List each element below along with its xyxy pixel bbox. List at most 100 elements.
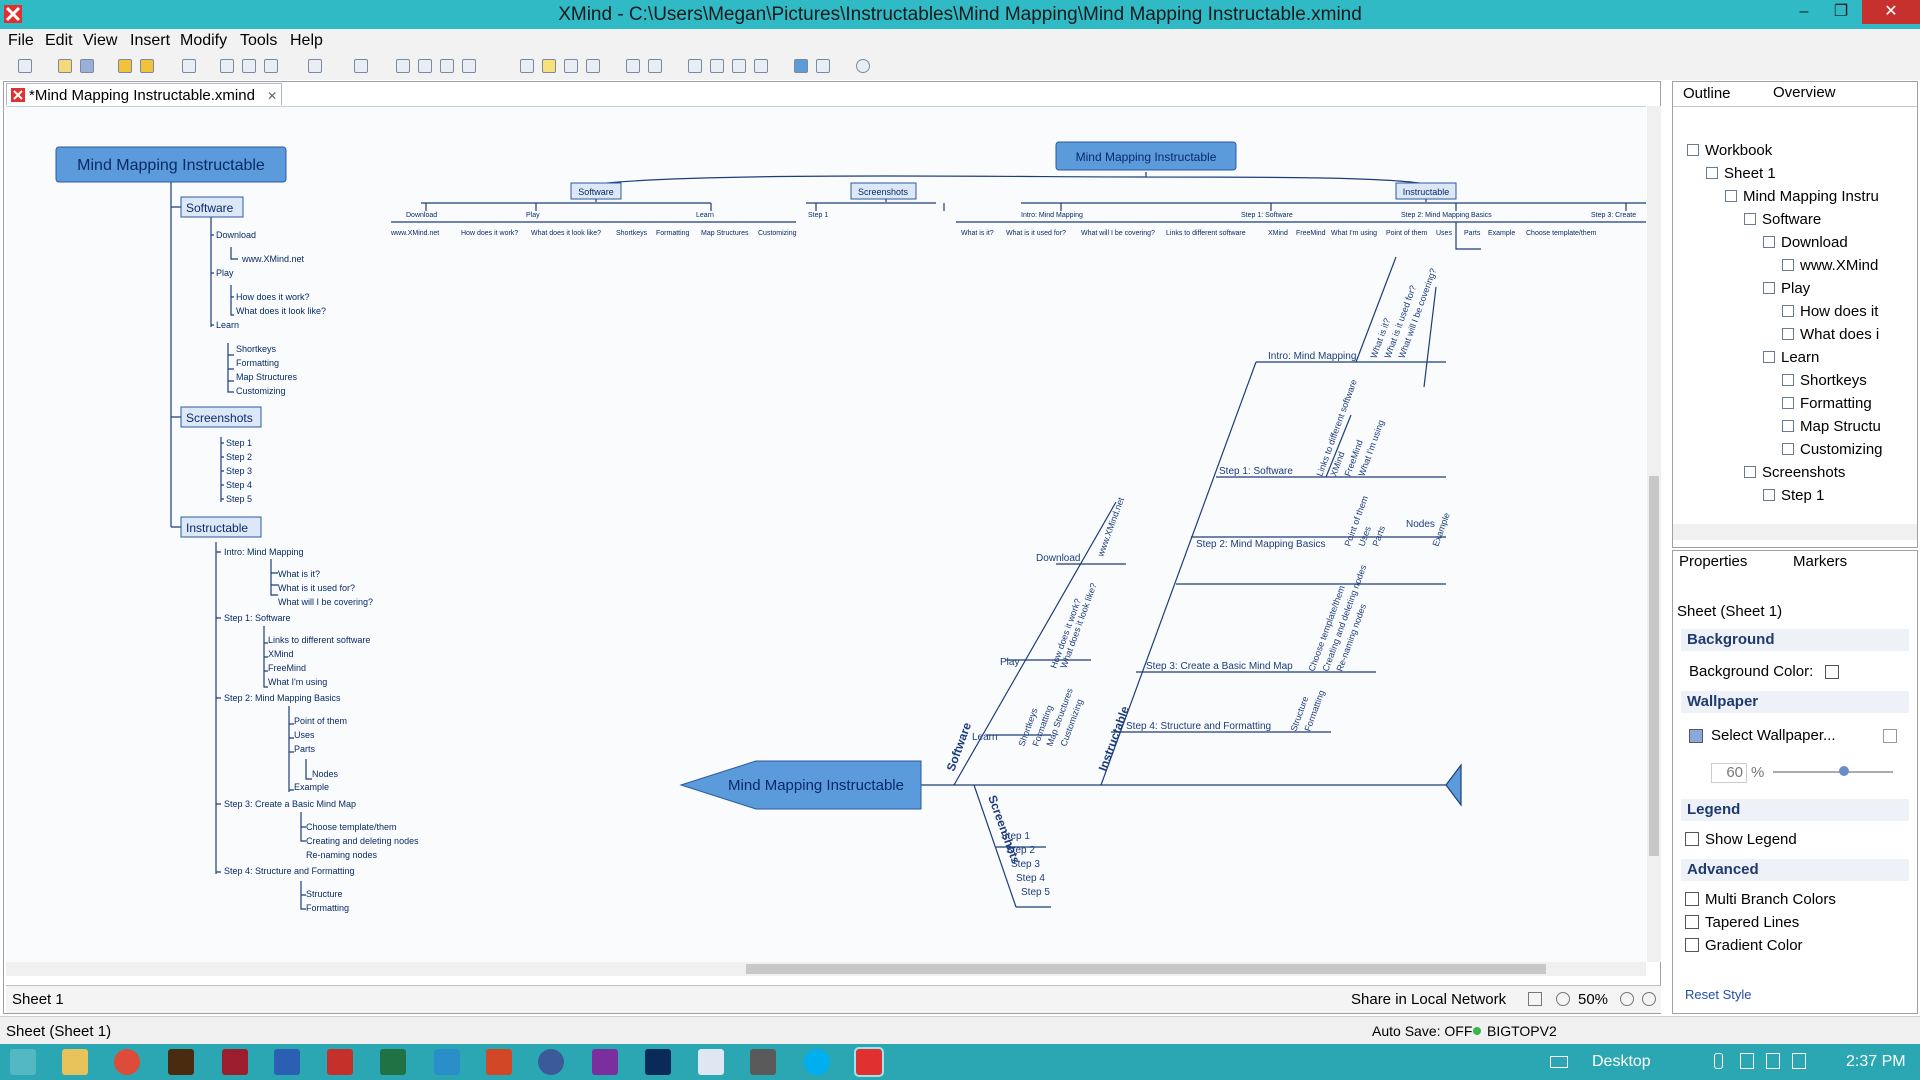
left-node-renaming[interactable]: Re-naming nodes [306,850,378,860]
app-icon[interactable] [222,1049,248,1075]
vertical-scroll-thumb[interactable] [1649,476,1659,856]
maximize-button[interactable]: ❐ [1826,0,1856,24]
left-node-structure[interactable]: Structure [306,889,343,899]
outline-hscrollbar[interactable] [1673,524,1917,540]
zoom-icon[interactable] [754,59,768,73]
fish-leaf-formatting-2[interactable]: Formatting [1302,689,1326,733]
left-branch-instructable[interactable]: Instructable [186,521,248,535]
file-explorer-icon[interactable] [62,1049,88,1075]
fish-node-step-4[interactable]: Step 4 [1016,873,1045,884]
browser-icon[interactable] [538,1049,564,1075]
illustrator-icon[interactable] [168,1049,194,1075]
tapered-lines-checkbox[interactable]: Tapered Lines [1685,914,1799,931]
left-node-step-5[interactable]: Step 5 [226,494,252,504]
outline-item[interactable]: Customizing [1782,441,1883,458]
outline-item[interactable]: What does i [1782,326,1879,343]
outline-item[interactable]: Sheet 1 [1706,165,1776,182]
outline-item[interactable]: Play [1763,280,1810,297]
left-node-covering[interactable]: What will I be covering? [278,597,373,607]
top-leaf-xmind[interactable]: XMind [1268,230,1288,237]
undo-icon[interactable] [118,59,132,73]
properties-tab[interactable]: Properties [1679,553,1747,570]
presentation-icon[interactable] [648,59,662,73]
top-branch-software[interactable]: Software [578,187,614,197]
opacity-slider[interactable] [1773,771,1893,773]
fit-icon[interactable] [1642,992,1656,1006]
user-status[interactable]: BIGTOPV2 [1487,1023,1557,1039]
top-node-step-1[interactable]: Step 1 [808,212,828,219]
new-icon[interactable] [18,59,32,73]
menu-tools[interactable]: Tools [240,32,277,50]
wallpaper-section[interactable]: Wallpaper [1681,691,1909,713]
save-icon[interactable] [80,59,94,73]
left-branch-screenshots[interactable]: Screenshots [186,411,253,425]
left-node-shortkeys[interactable]: Shortkeys [236,344,277,354]
map-canvas[interactable]: Mind Mapping Instructable Software Scree… [6,106,1646,962]
left-node-customizing[interactable]: Customizing [236,386,286,396]
fish-node-step1-software[interactable]: Step 1: Software [1219,466,1293,477]
autosave-status[interactable]: Auto Save: OFF [1372,1023,1472,1039]
note-icon[interactable] [440,59,454,73]
top-branch-screenshots[interactable]: Screenshots [858,187,909,197]
clock[interactable]: 2:37 PM [1846,1053,1906,1071]
left-node-formatting[interactable]: Formatting [236,358,279,368]
background-section[interactable]: Background [1681,629,1909,651]
top-leaf-map-structures[interactable]: Map Structures [701,230,749,237]
zoom-in-icon[interactable] [1620,992,1634,1006]
legend-section[interactable]: Legend [1681,799,1909,821]
left-node-step3-create[interactable]: Step 3: Create a Basic Mind Map [224,799,356,809]
left-node-step1-software[interactable]: Step 1: Software [224,613,291,623]
left-node-learn[interactable]: Learn [216,320,239,330]
left-node-how-work[interactable]: How does it work? [236,292,310,302]
floating-topic-icon[interactable] [242,59,256,73]
clock-icon[interactable] [732,59,746,73]
left-node-nodes[interactable]: Nodes [312,769,339,779]
volume-icon[interactable] [1792,1053,1806,1069]
top-leaf-customizing[interactable]: Customizing [758,230,797,237]
label-icon[interactable] [462,59,476,73]
sheet-icon[interactable] [688,59,702,73]
tab-close-icon[interactable]: ✕ [267,89,277,103]
left-node-download[interactable]: Download [216,230,256,240]
left-node-map-structures[interactable]: Map Structures [236,372,298,382]
reset-style-link[interactable]: Reset Style [1685,987,1751,1002]
menu-help[interactable]: Help [290,32,323,50]
outline-item[interactable]: Shortkeys [1782,372,1867,389]
outline-tab[interactable]: Outline [1679,84,1735,103]
left-node-play[interactable]: Play [216,268,234,278]
outline-item[interactable]: www.XMind [1782,257,1878,274]
fish-node-step2-basics[interactable]: Step 2: Mind Mapping Basics [1196,539,1326,550]
fish-node-step3-create[interactable]: Step 3: Create a Basic Mind Map [1146,661,1293,672]
desktop-toolbar[interactable]: Desktop [1592,1053,1651,1071]
export-icon[interactable] [816,59,830,73]
left-node-step-4[interactable]: Step 4 [226,480,252,490]
outline-item[interactable]: Workbook [1687,142,1772,159]
left-node-xmind[interactable]: XMind [268,649,294,659]
idea-icon[interactable] [542,59,556,73]
start-icon[interactable] [10,1049,36,1075]
skype-icon[interactable] [804,1049,830,1075]
outline-item[interactable]: Mind Mapping Instru [1725,188,1879,205]
fishbone-central-topic[interactable]: Mind Mapping Instructable [728,777,904,794]
top-leaf-freemind[interactable]: FreeMind [1296,230,1326,237]
fish-branch-screenshots[interactable]: Screenshots [985,793,1023,866]
top-leaf-used-for[interactable]: What is it used for? [1006,230,1066,237]
overview-tab[interactable]: Overview [1773,84,1836,101]
left-central-topic[interactable]: Mind Mapping Instructable [77,157,265,174]
media-icon[interactable] [750,1049,776,1075]
outline-tree[interactable]: Workbook Sheet 1 Mind Mapping Instru Softwa… [1673,130,1903,510]
menu-edit[interactable]: Edit [45,32,73,50]
top-node-intro[interactable]: Intro: Mind Mapping [1021,212,1083,219]
fish-branch-instructable[interactable]: Instructable [1096,704,1133,773]
bluetooth-icon[interactable] [1714,1053,1723,1069]
opacity-input[interactable]: 60 [1711,763,1747,783]
top-leaf-choose-template[interactable]: Choose template/them [1526,230,1597,237]
word-icon[interactable] [274,1049,300,1075]
left-branch-software[interactable]: Software [186,201,234,215]
left-node-used-for[interactable]: What is it used for? [278,583,355,593]
fish-node-nodes[interactable]: Nodes [1406,519,1435,530]
tapered-check[interactable] [1685,915,1699,929]
outline-item[interactable]: Screenshots [1744,464,1845,481]
left-node-step4-structure[interactable]: Step 4: Structure and Formatting [224,866,355,876]
top-leaf-example[interactable]: Example [1488,230,1515,237]
